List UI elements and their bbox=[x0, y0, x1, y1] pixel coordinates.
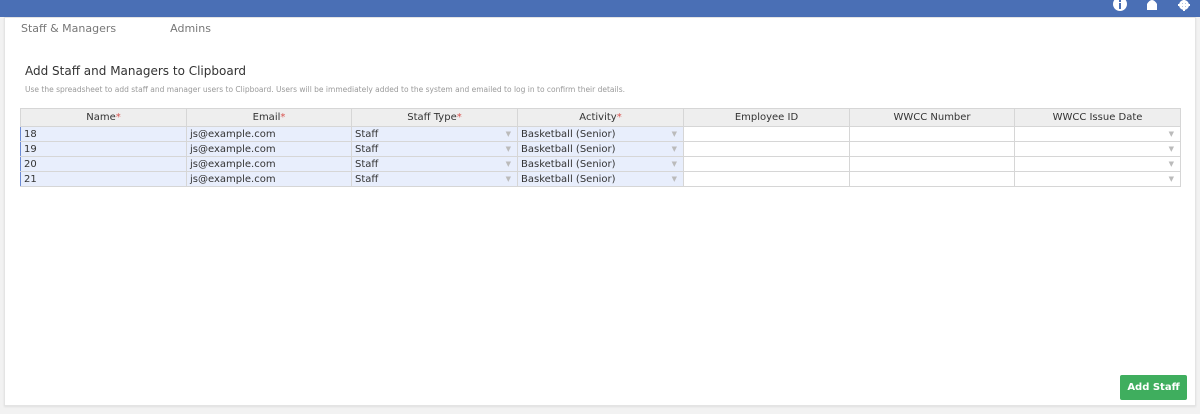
staff-type-cell[interactable]: Staff ▼ bbox=[351, 156, 518, 172]
column-header-staff-type[interactable]: Staff Type bbox=[351, 108, 518, 127]
gear-icon[interactable] bbox=[1176, 0, 1192, 12]
dropdown-arrow-icon[interactable]: ▼ bbox=[506, 130, 511, 138]
table-row: 20 js@example.com Staff ▼ Basketball (Sen… bbox=[20, 156, 1181, 172]
activity-cell[interactable]: Basketball (Senior) ▼ bbox=[517, 141, 684, 157]
wwcc-issue-date-cell[interactable]: ▼ bbox=[1014, 141, 1181, 157]
staff-spreadsheet: Name Email Staff Type Activity Employee … bbox=[20, 108, 1181, 187]
employee-id-cell[interactable] bbox=[683, 126, 850, 142]
tab-staff-managers[interactable]: Staff & Managers bbox=[21, 22, 116, 35]
content-card: Staff & Managers Admins Add Staff and Ma… bbox=[4, 17, 1196, 406]
name-cell[interactable]: 21 bbox=[20, 171, 187, 187]
staff-type-value: Staff bbox=[355, 158, 379, 170]
top-navigation-bar bbox=[0, 0, 1200, 17]
name-cell[interactable]: 19 bbox=[20, 141, 187, 157]
activity-value: Basketball (Senior) bbox=[521, 158, 616, 170]
activity-value: Basketball (Senior) bbox=[521, 173, 616, 185]
email-cell[interactable]: js@example.com bbox=[186, 171, 352, 187]
wwcc-number-cell[interactable] bbox=[849, 141, 1015, 157]
add-staff-button[interactable]: Add Staff bbox=[1120, 375, 1187, 400]
activity-cell[interactable]: Basketball (Senior) ▼ bbox=[517, 171, 684, 187]
header-row: Name Email Staff Type Activity Employee … bbox=[20, 108, 1181, 127]
dropdown-arrow-icon[interactable]: ▼ bbox=[1169, 130, 1174, 138]
dropdown-arrow-icon[interactable]: ▼ bbox=[1169, 160, 1174, 168]
table-row: 18 js@example.com Staff ▼ Basketball (Sen… bbox=[20, 126, 1181, 142]
email-cell[interactable]: js@example.com bbox=[186, 126, 352, 142]
dropdown-arrow-icon[interactable]: ▼ bbox=[1169, 175, 1174, 183]
employee-id-cell[interactable] bbox=[683, 171, 850, 187]
page-description: Use the spreadsheet to add staff and man… bbox=[25, 85, 625, 94]
staff-type-value: Staff bbox=[355, 173, 379, 185]
table-row: 21 js@example.com Staff ▼ Basketball (Sen… bbox=[20, 171, 1181, 187]
email-cell[interactable]: js@example.com bbox=[186, 156, 352, 172]
column-header-activity[interactable]: Activity bbox=[517, 108, 684, 127]
employee-id-cell[interactable] bbox=[683, 156, 850, 172]
wwcc-number-cell[interactable] bbox=[849, 171, 1015, 187]
dropdown-arrow-icon[interactable]: ▼ bbox=[506, 175, 511, 183]
column-header-wwcc-number[interactable]: WWCC Number bbox=[849, 108, 1015, 127]
tab-admins[interactable]: Admins bbox=[170, 22, 211, 35]
employee-id-cell[interactable] bbox=[683, 141, 850, 157]
dropdown-arrow-icon[interactable]: ▼ bbox=[672, 145, 677, 153]
email-cell[interactable]: js@example.com bbox=[186, 141, 352, 157]
wwcc-number-cell[interactable] bbox=[849, 126, 1015, 142]
tab-bar: Staff & Managers Admins bbox=[21, 22, 211, 35]
wwcc-number-cell[interactable] bbox=[849, 156, 1015, 172]
wwcc-issue-date-cell[interactable]: ▼ bbox=[1014, 126, 1181, 142]
bell-icon[interactable] bbox=[1144, 0, 1160, 12]
staff-type-cell[interactable]: Staff ▼ bbox=[351, 126, 518, 142]
column-header-wwcc-issue-date[interactable]: WWCC Issue Date bbox=[1014, 108, 1181, 127]
activity-cell[interactable]: Basketball (Senior) ▼ bbox=[517, 126, 684, 142]
staff-type-cell[interactable]: Staff ▼ bbox=[351, 141, 518, 157]
page-title: Add Staff and Managers to Clipboard bbox=[25, 64, 247, 78]
wwcc-issue-date-cell[interactable]: ▼ bbox=[1014, 171, 1181, 187]
dropdown-arrow-icon[interactable]: ▼ bbox=[672, 175, 677, 183]
activity-value: Basketball (Senior) bbox=[521, 143, 616, 155]
activity-value: Basketball (Senior) bbox=[521, 128, 616, 140]
staff-type-cell[interactable]: Staff ▼ bbox=[351, 171, 518, 187]
column-header-email[interactable]: Email bbox=[186, 108, 352, 127]
dropdown-arrow-icon[interactable]: ▼ bbox=[506, 160, 511, 168]
info-icon[interactable] bbox=[1112, 0, 1128, 12]
staff-type-value: Staff bbox=[355, 128, 379, 140]
activity-cell[interactable]: Basketball (Senior) ▼ bbox=[517, 156, 684, 172]
dropdown-arrow-icon[interactable]: ▼ bbox=[672, 160, 677, 168]
staff-type-value: Staff bbox=[355, 143, 379, 155]
column-header-employee-id[interactable]: Employee ID bbox=[683, 108, 850, 127]
column-header-name[interactable]: Name bbox=[20, 108, 187, 127]
wwcc-issue-date-cell[interactable]: ▼ bbox=[1014, 156, 1181, 172]
name-cell[interactable]: 18 bbox=[20, 126, 187, 142]
topbar-icons bbox=[1112, 0, 1192, 17]
name-cell[interactable]: 20 bbox=[20, 156, 187, 172]
dropdown-arrow-icon[interactable]: ▼ bbox=[1169, 145, 1174, 153]
dropdown-arrow-icon[interactable]: ▼ bbox=[672, 130, 677, 138]
table-row: 19 js@example.com Staff ▼ Basketball (Sen… bbox=[20, 141, 1181, 157]
dropdown-arrow-icon[interactable]: ▼ bbox=[506, 145, 511, 153]
